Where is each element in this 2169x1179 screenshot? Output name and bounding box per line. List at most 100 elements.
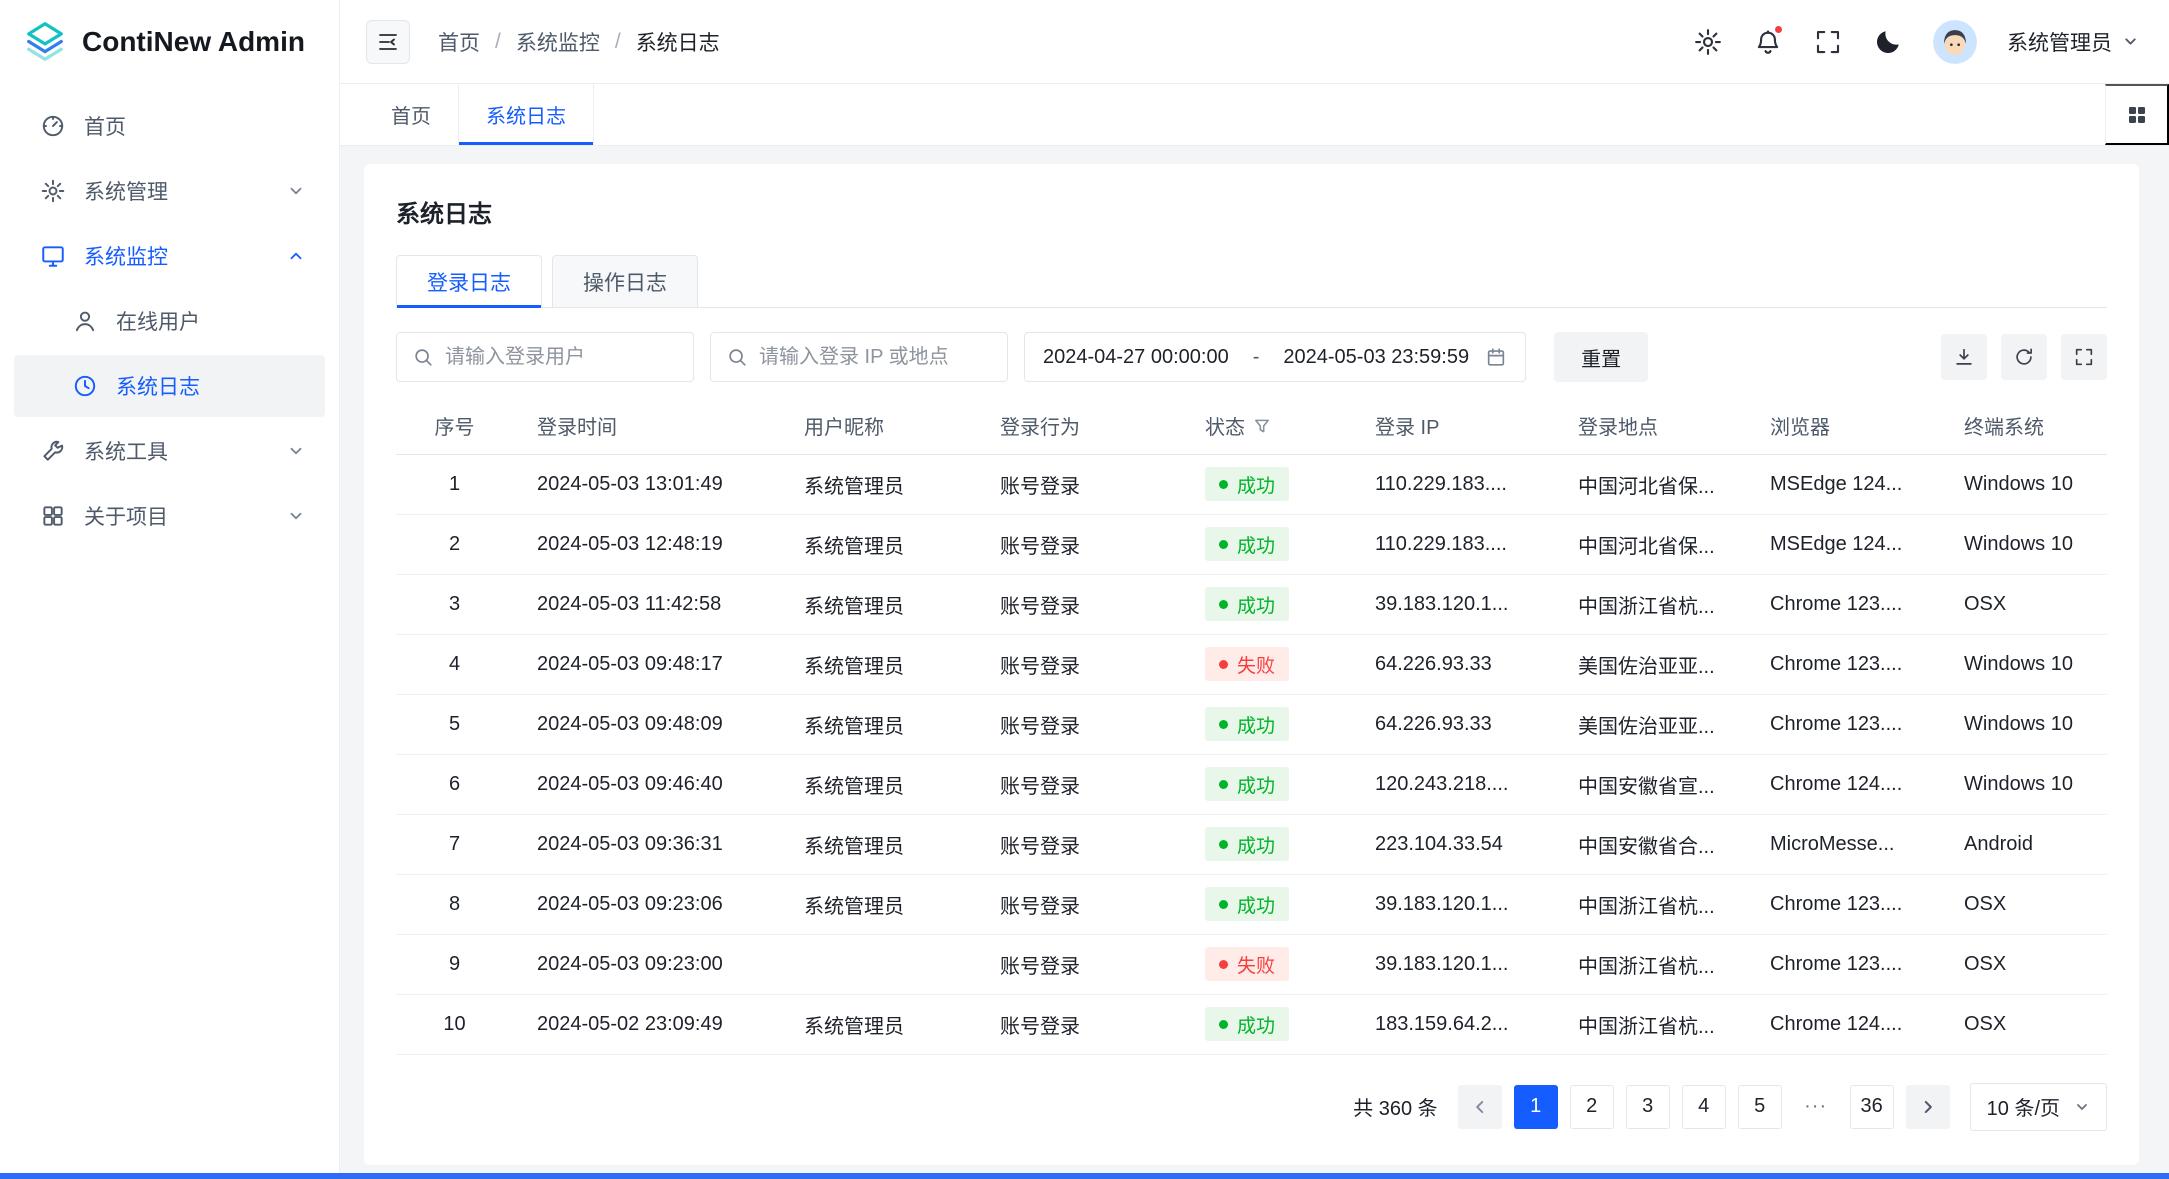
status-badge: 失败 bbox=[1205, 947, 1289, 981]
sidebar-item-label: 首页 bbox=[84, 111, 126, 141]
cell-os: Windows 10 bbox=[1948, 634, 2107, 694]
cell-index: 8 bbox=[396, 874, 521, 934]
theme-toggle-button[interactable] bbox=[1873, 27, 1903, 57]
cell-login-time: 2024-05-03 09:48:17 bbox=[521, 634, 788, 694]
status-badge: 成功 bbox=[1205, 467, 1289, 501]
cell-nickname: 系统管理员 bbox=[788, 574, 984, 634]
user-search-input[interactable] bbox=[445, 346, 678, 369]
cell-index: 2 bbox=[396, 514, 521, 574]
cell-nickname: 系统管理员 bbox=[788, 874, 984, 934]
cell-os: Windows 10 bbox=[1948, 514, 2107, 574]
breadcrumb-item-system-monitor[interactable]: 系统监控 bbox=[516, 27, 600, 57]
expand-icon bbox=[2073, 346, 2095, 368]
user-menu[interactable]: 系统管理员 bbox=[2007, 27, 2139, 57]
breadcrumb-separator: / bbox=[615, 30, 621, 54]
cell-ip: 110.229.183.... bbox=[1359, 514, 1562, 574]
cell-status: 成功 bbox=[1189, 694, 1359, 754]
status-text: 失败 bbox=[1237, 951, 1275, 978]
column-header-ip: 登录 IP bbox=[1359, 398, 1562, 454]
cell-browser: Chrome 123.... bbox=[1754, 874, 1948, 934]
status-text: 成功 bbox=[1237, 591, 1275, 618]
view-tab-home[interactable]: 首页 bbox=[364, 84, 459, 145]
sidebar-item-online-users[interactable]: 在线用户 bbox=[14, 290, 325, 352]
bottom-scrollbar[interactable] bbox=[0, 1173, 2169, 1179]
cell-status: 成功 bbox=[1189, 754, 1359, 814]
tab-actions-button[interactable] bbox=[2105, 84, 2169, 145]
table-row: 7 2024-05-03 09:36:31 系统管理员 账号登录 成功 223.… bbox=[396, 814, 2107, 874]
chevron-right-icon bbox=[1919, 1098, 1937, 1116]
page-number-button[interactable]: 2 bbox=[1570, 1085, 1614, 1129]
cell-index: 6 bbox=[396, 754, 521, 814]
filter-bar: 2024-04-27 00:00:00 - 2024-05-03 23:59:5… bbox=[396, 332, 2107, 382]
breadcrumb-item-home[interactable]: 首页 bbox=[438, 27, 480, 57]
log-type-tabs: 登录日志 操作日志 bbox=[396, 255, 2107, 308]
cell-login-time: 2024-05-03 09:48:09 bbox=[521, 694, 788, 754]
table-toolbar bbox=[1941, 334, 2107, 380]
sidebar-item-system-monitor[interactable]: 系统监控 bbox=[14, 225, 325, 287]
view-tab-system-logs[interactable]: 系统日志 bbox=[459, 84, 594, 145]
status-badge: 成功 bbox=[1205, 707, 1289, 741]
avatar[interactable] bbox=[1933, 20, 1977, 64]
table-fullscreen-button[interactable] bbox=[2061, 334, 2107, 380]
cell-status: 失败 bbox=[1189, 934, 1359, 994]
tab-label: 操作日志 bbox=[583, 267, 667, 297]
fullscreen-icon bbox=[1813, 27, 1843, 57]
sidebar-collapse-button[interactable] bbox=[366, 20, 410, 64]
cell-ip: 64.226.93.33 bbox=[1359, 694, 1562, 754]
notifications-button[interactable] bbox=[1753, 27, 1783, 57]
prev-page-button[interactable] bbox=[1458, 1085, 1502, 1129]
refresh-icon bbox=[2013, 346, 2035, 368]
page-number-button[interactable]: 5 bbox=[1738, 1085, 1782, 1129]
clock-icon bbox=[72, 373, 98, 399]
sidebar-item-home[interactable]: 首页 bbox=[14, 95, 325, 157]
cell-location: 中国浙江省杭... bbox=[1562, 994, 1754, 1054]
status-text: 成功 bbox=[1237, 1011, 1275, 1038]
settings-button[interactable] bbox=[1693, 27, 1723, 57]
date-range-picker[interactable]: 2024-04-27 00:00:00 - 2024-05-03 23:59:5… bbox=[1024, 332, 1526, 382]
cell-os: Windows 10 bbox=[1948, 754, 2107, 814]
moon-icon bbox=[1873, 27, 1903, 57]
status-dot bbox=[1219, 600, 1228, 609]
next-page-button[interactable] bbox=[1906, 1085, 1950, 1129]
cell-nickname: 系统管理员 bbox=[788, 454, 984, 514]
date-range-end: 2024-05-03 23:59:59 bbox=[1283, 346, 1469, 369]
column-header-location: 登录地点 bbox=[1562, 398, 1754, 454]
gear-icon bbox=[1693, 27, 1723, 57]
gear-icon bbox=[40, 178, 66, 204]
apps-grid-icon bbox=[2125, 103, 2149, 127]
avatar-image bbox=[1933, 20, 1977, 64]
main-area: 首页 / 系统监控 / 系统日志 bbox=[340, 0, 2169, 1179]
tab-operation-log[interactable]: 操作日志 bbox=[552, 255, 698, 307]
page-number-button[interactable]: 3 bbox=[1626, 1085, 1670, 1129]
ip-search-input[interactable] bbox=[759, 346, 992, 369]
page-number-button[interactable]: 36 bbox=[1850, 1085, 1894, 1129]
cell-nickname: 系统管理员 bbox=[788, 754, 984, 814]
sidebar-item-label: 系统监控 bbox=[84, 241, 168, 271]
column-header-index: 序号 bbox=[396, 398, 521, 454]
cell-ip: 183.159.64.2... bbox=[1359, 994, 1562, 1054]
download-button[interactable] bbox=[1941, 334, 1987, 380]
cell-status: 成功 bbox=[1189, 514, 1359, 574]
refresh-button[interactable] bbox=[2001, 334, 2047, 380]
column-header-login-time: 登录时间 bbox=[521, 398, 788, 454]
chevron-down-icon bbox=[2074, 1099, 2090, 1115]
cell-login-time: 2024-05-03 11:42:58 bbox=[521, 574, 788, 634]
sidebar-item-system-tools[interactable]: 系统工具 bbox=[14, 420, 325, 482]
cell-index: 7 bbox=[396, 814, 521, 874]
sidebar-item-about-project[interactable]: 关于项目 bbox=[14, 485, 325, 547]
chevron-down-icon bbox=[287, 507, 305, 525]
cell-status: 成功 bbox=[1189, 994, 1359, 1054]
cell-ip: 39.183.120.1... bbox=[1359, 574, 1562, 634]
page-number-button[interactable]: ··· bbox=[1794, 1085, 1838, 1129]
fullscreen-button[interactable] bbox=[1813, 27, 1843, 57]
tab-login-log[interactable]: 登录日志 bbox=[396, 255, 542, 307]
page-number-button[interactable]: 4 bbox=[1682, 1085, 1726, 1129]
page-size-select[interactable]: 10 条/页 bbox=[1970, 1083, 2107, 1131]
sidebar-item-system-logs[interactable]: 系统日志 bbox=[14, 355, 325, 417]
sidebar-item-system-management[interactable]: 系统管理 bbox=[14, 160, 325, 222]
reset-button[interactable]: 重置 bbox=[1554, 332, 1648, 382]
status-text: 成功 bbox=[1237, 831, 1275, 858]
page-number-button[interactable]: 1 bbox=[1514, 1085, 1558, 1129]
user-icon bbox=[72, 308, 98, 334]
status-filter-icon[interactable] bbox=[1253, 417, 1271, 435]
